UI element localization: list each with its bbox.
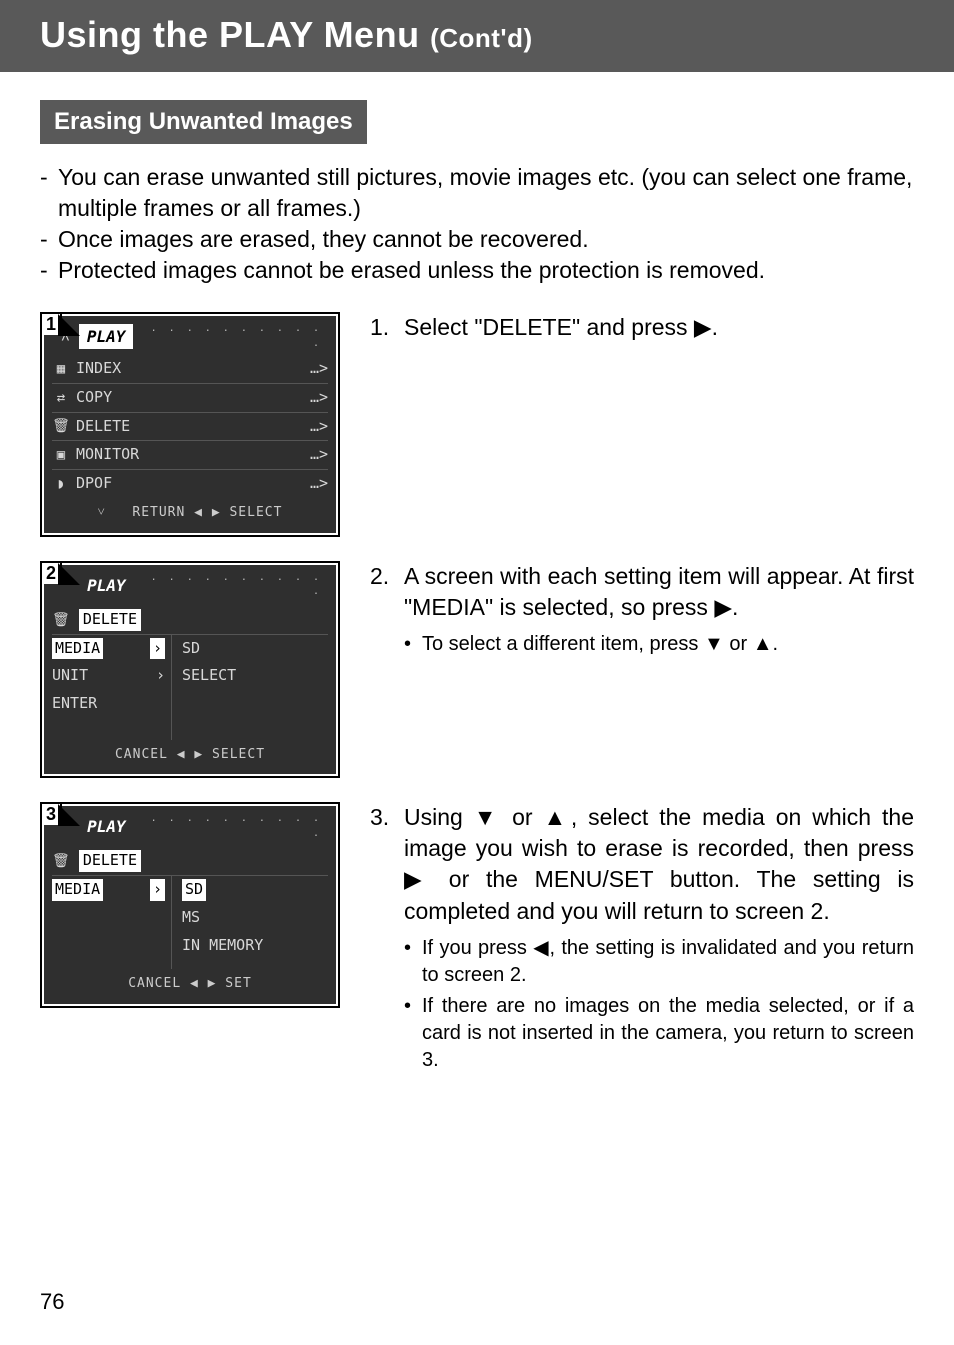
bullet-text: If there are no images on the media sele… xyxy=(422,993,914,1074)
lcd-footer: CANCEL ◀ ▶ SET xyxy=(52,969,328,994)
setting-value: SELECT xyxy=(182,665,236,687)
page-number: 76 xyxy=(40,1289,64,1315)
step-1: 1 ˄ PLAY . . . . . . . . . . . ▦INDEX…> … xyxy=(40,312,914,537)
arrow-icon: …> xyxy=(310,387,328,409)
down-arrow-icon: ▼ xyxy=(704,633,724,655)
menu-item: DELETE xyxy=(76,416,130,438)
arrow-icon: …> xyxy=(310,358,328,380)
index-icon: ▦ xyxy=(52,359,70,379)
option-value: MS xyxy=(182,907,200,929)
play-label: PLAY xyxy=(79,814,134,839)
instruction-text: Select "DELETE" and press xyxy=(404,314,694,340)
dot-strip: . . . . . . . . . . . xyxy=(133,322,328,351)
step-number-tab: 3 xyxy=(40,802,62,825)
setting-value: SD xyxy=(182,638,200,660)
setting-label: UNIT xyxy=(52,665,88,687)
dot-strip: . . . . . . . . . . . xyxy=(134,571,328,600)
left-arrow-icon: ◀ xyxy=(533,937,549,959)
play-label: PLAY xyxy=(79,324,134,349)
right-arrow-icon: ▶ xyxy=(694,314,712,340)
dot-strip: . . . . . . . . . . . xyxy=(134,812,328,841)
bullet-text: If you press xyxy=(422,937,533,959)
intro-list: -You can erase unwanted still pictures, … xyxy=(40,162,914,286)
submenu-title: DELETE xyxy=(79,609,141,631)
instruction-text: . xyxy=(712,314,718,340)
option-value: IN MEMORY xyxy=(182,935,263,957)
instruction-text: Using xyxy=(404,804,474,830)
chevron-right-icon: › xyxy=(150,638,165,660)
step-number: 3. xyxy=(370,802,404,1077)
arrow-icon: …> xyxy=(310,473,328,495)
content-area: Erasing Unwanted Images -You can erase u… xyxy=(0,72,954,1078)
step-3: 3 PLAY . . . . . . . . . . . 🗑 DELETE ME… xyxy=(40,802,914,1077)
chevron-right-icon: › xyxy=(156,665,165,687)
copy-icon: ⇄ xyxy=(52,388,70,408)
arrow-icon: …> xyxy=(310,444,328,466)
bullet-text: . xyxy=(772,633,778,655)
instruction-text: or xyxy=(501,804,543,830)
bullet-text: or xyxy=(724,633,753,655)
instruction-text: . xyxy=(732,594,738,620)
intro-item: -You can erase unwanted still pictures, … xyxy=(40,162,914,224)
lcd-footer: CANCEL ◀ ▶ SELECT xyxy=(52,740,328,765)
lcd-screen: PLAY . . . . . . . . . . . 🗑 DELETE MEDI… xyxy=(44,565,336,775)
right-arrow-icon: ▶ xyxy=(404,866,432,892)
down-arrow-icon: ▼ xyxy=(474,804,501,830)
lcd-footer: RETURN ◀ ▶ SELECT xyxy=(132,505,282,520)
intro-text: You can erase unwanted still pictures, m… xyxy=(58,162,914,224)
menu-item: DPOF xyxy=(76,473,112,495)
menu-item: MONITOR xyxy=(76,444,139,466)
trash-icon: 🗑 xyxy=(52,853,70,869)
right-arrow-icon: ▶ xyxy=(714,594,732,620)
step-number: 1. xyxy=(370,312,404,343)
bullet-text: To select a different item, press xyxy=(422,633,704,655)
submenu-title: DELETE xyxy=(79,850,141,872)
lcd-screen: PLAY . . . . . . . . . . . 🗑 DELETE MEDI… xyxy=(44,806,336,1004)
step-number-tab: 2 xyxy=(40,561,62,584)
step-3-text: 3. Using ▼ or ▲, select the media on whi… xyxy=(370,802,914,1077)
lcd-screenshot-3: 3 PLAY . . . . . . . . . . . 🗑 DELETE ME… xyxy=(40,802,340,1008)
dpof-icon: ◗ xyxy=(52,474,70,494)
monitor-icon: ▣ xyxy=(52,445,70,465)
page-header: Using the PLAY Menu (Cont'd) xyxy=(0,0,954,72)
chevron-right-icon: › xyxy=(150,879,165,901)
trash-icon: 🗑 xyxy=(52,612,70,628)
title-main: Using the PLAY Menu xyxy=(40,14,420,55)
play-label: PLAY xyxy=(79,573,134,598)
lcd-screenshot-2: 2 PLAY . . . . . . . . . . . 🗑 DELETE ME… xyxy=(40,561,340,779)
instruction-text: A screen with each setting item will app… xyxy=(404,563,914,620)
arrow-icon: …> xyxy=(310,416,328,438)
intro-item: -Once images are erased, they cannot be … xyxy=(40,224,914,255)
instruction-text: or the MENU/SET button. The setting is c… xyxy=(404,866,914,923)
lcd-screenshot-1: 1 ˄ PLAY . . . . . . . . . . . ▦INDEX…> … xyxy=(40,312,340,537)
setting-label: MEDIA xyxy=(52,879,103,901)
page-title: Using the PLAY Menu (Cont'd) xyxy=(40,14,533,55)
step-2-text: 2. A screen with each setting item will … xyxy=(370,561,914,662)
menu-item: INDEX xyxy=(76,358,121,380)
step-number-tab: 1 xyxy=(40,312,62,335)
option-value: SD xyxy=(182,879,206,901)
up-arrow-icon: ▲ xyxy=(753,633,773,655)
menu-item: COPY xyxy=(76,387,112,409)
up-arrow-icon: ▲ xyxy=(543,804,570,830)
step-1-text: 1. Select "DELETE" and press ▶. xyxy=(370,312,914,343)
trash-icon: 🗑 xyxy=(52,416,70,436)
title-sub: (Cont'd) xyxy=(430,23,533,53)
intro-item: -Protected images cannot be erased unles… xyxy=(40,255,914,286)
down-arrow-icon: ˅ xyxy=(98,505,106,520)
step-number: 2. xyxy=(370,561,404,662)
intro-text: Once images are erased, they cannot be r… xyxy=(58,224,589,255)
step-2: 2 PLAY . . . . . . . . . . . 🗑 DELETE ME… xyxy=(40,561,914,779)
setting-label: ENTER xyxy=(52,693,97,715)
intro-text: Protected images cannot be erased unless… xyxy=(58,255,765,286)
setting-label: MEDIA xyxy=(52,638,103,660)
section-heading: Erasing Unwanted Images xyxy=(40,100,367,144)
lcd-screen: ˄ PLAY . . . . . . . . . . . ▦INDEX…> ⇄C… xyxy=(44,316,336,533)
